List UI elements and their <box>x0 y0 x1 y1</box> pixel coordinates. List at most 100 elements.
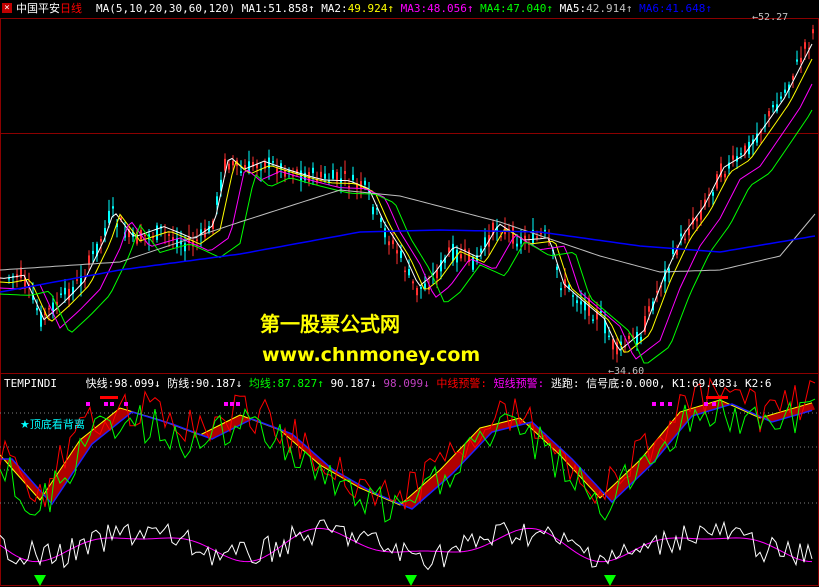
candle-body <box>740 153 742 155</box>
signal-bottom-value: 0.000, <box>625 377 666 390</box>
candle-body <box>396 250 398 254</box>
bottom-signal-icon <box>34 575 46 586</box>
candle-body <box>100 238 102 242</box>
candle-body <box>60 293 62 296</box>
signal-marker <box>104 402 108 406</box>
signal-marker <box>224 402 228 406</box>
watermark-title: 第一股票公式网 <box>260 312 400 336</box>
candle-body <box>232 161 234 166</box>
k1-value: 69.483↓ <box>692 377 739 390</box>
mean-line-value: 87.827↑ <box>277 377 324 390</box>
ma2-value: 49.924↑ <box>347 2 395 15</box>
candle-body <box>272 161 274 163</box>
close-icon[interactable]: × <box>2 3 12 13</box>
indicator-header: TEMPINDI 快线:98.099↓ 防线:90.187↓ 均线:87.827… <box>4 376 772 392</box>
ma3-label: MA3: <box>400 2 428 15</box>
candle-body <box>144 234 146 237</box>
candle-body <box>572 295 574 297</box>
candle-body <box>688 228 690 236</box>
indicator-value-4: 90.187↓ <box>330 377 377 390</box>
candle-body <box>240 171 242 173</box>
signal-marker <box>236 402 240 406</box>
fast-line-value: 98.099↓ <box>114 377 161 390</box>
oscillator-slow <box>0 403 813 510</box>
high-price-mark: ←52.27 <box>752 12 789 23</box>
candle-body <box>324 173 326 179</box>
candle-body <box>68 288 70 301</box>
candle-body <box>184 243 186 252</box>
k2-value: 6 <box>764 377 772 390</box>
candle-body <box>612 339 614 350</box>
candle-body <box>668 268 670 273</box>
signal-marker <box>110 402 114 406</box>
candle-body <box>384 228 386 238</box>
candle-body <box>312 167 314 174</box>
candle-body <box>636 331 638 345</box>
indicator-name: TEMPINDI <box>4 377 57 390</box>
fast-line <box>0 377 816 510</box>
escape-label: 逃跑: <box>550 377 580 390</box>
candle-body <box>112 206 114 209</box>
candle-body <box>424 283 426 289</box>
ma4-line <box>0 109 813 364</box>
mean-line-label: 均线: <box>248 377 278 390</box>
ma5-value: 42.914↑ <box>586 2 633 15</box>
candle-body <box>512 226 514 244</box>
period-label: 日线 <box>60 2 82 15</box>
candle-body <box>76 279 78 281</box>
candle-body <box>592 319 594 321</box>
candle-body <box>352 174 354 181</box>
candle-body <box>732 155 734 160</box>
candle-body <box>344 170 346 174</box>
candle-body <box>204 228 206 238</box>
candle-body <box>784 89 786 93</box>
candle-body <box>64 287 66 295</box>
candle-body <box>544 229 546 232</box>
candle-body <box>392 240 394 245</box>
candle-body <box>216 196 218 205</box>
candle-body <box>420 286 422 289</box>
candle-body <box>156 225 158 240</box>
candle-body <box>696 218 698 222</box>
fast-line-label: 快线: <box>85 377 115 390</box>
price-panel-frame <box>0 18 819 374</box>
ma1-label: MA1: <box>241 2 269 15</box>
signal-marker <box>124 402 128 406</box>
ma3-value: 48.056↑ <box>427 2 474 15</box>
candle-body <box>416 287 418 296</box>
candle-body <box>800 57 802 63</box>
candle-body <box>804 42 806 49</box>
candle-body <box>168 234 170 236</box>
signal-marker <box>230 402 234 406</box>
ma6-label: MA6: <box>639 2 666 15</box>
ma-label: MA(5,10,20,30,60,120) <box>96 2 236 15</box>
signal-marker <box>660 402 664 406</box>
candle-body <box>332 169 334 179</box>
candle-body <box>648 306 650 312</box>
warning-bar <box>100 396 118 399</box>
ma5-label: MA5: <box>559 2 587 15</box>
indicator-value-5: 98.099↓ <box>383 377 430 390</box>
candle-body <box>560 288 562 291</box>
bottom-signal-icon <box>604 575 616 586</box>
ma1-value: 51.858↑ <box>268 2 315 15</box>
signal-bottom-label: 信号底: <box>586 377 626 390</box>
k1-line <box>0 519 813 571</box>
bottom-signal-icon <box>405 575 417 586</box>
candle-body <box>400 250 402 258</box>
candle-body <box>364 180 366 185</box>
candle-body <box>284 170 286 177</box>
candle-body <box>780 96 782 99</box>
stock-name: 中国平安 <box>16 2 60 15</box>
candle-body <box>724 173 726 178</box>
chart-canvas[interactable] <box>0 0 819 587</box>
warning-bar <box>706 396 728 399</box>
candle-body <box>196 239 198 241</box>
candle-body <box>412 281 414 284</box>
defense-line-label: 防线: <box>167 377 196 390</box>
candle-body <box>640 336 642 341</box>
divergence-annotation: ★顶底看背离 <box>20 418 85 431</box>
candle-body <box>480 248 482 253</box>
candle-body <box>108 210 110 223</box>
candle-body <box>388 241 390 246</box>
